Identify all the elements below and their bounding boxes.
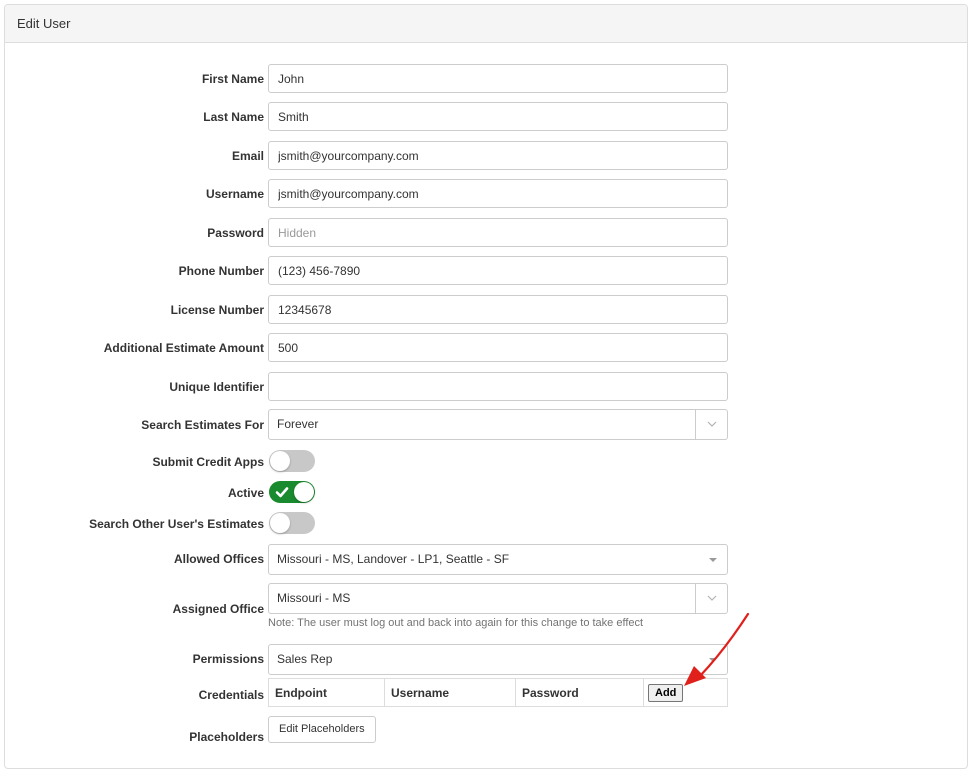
assigned-office-value: Missouri - MS: [277, 591, 351, 605]
assigned-office-label: Assigned Office: [172, 602, 264, 616]
first-name-label: First Name: [201, 72, 264, 86]
credentials-header-row: Endpoint Username Password Add: [268, 678, 728, 707]
last-name-label: Last Name: [203, 110, 264, 124]
email-label: Email: [231, 149, 264, 163]
license-label: License Number: [170, 303, 264, 317]
assigned-office-note: Note: The user must log out and back int…: [268, 617, 644, 629]
caret-down-icon: [709, 558, 717, 562]
checkmark-icon: [275, 485, 289, 504]
toggle-knob: [270, 513, 290, 533]
search-other-toggle[interactable]: [269, 512, 315, 534]
permissions-select[interactable]: Sales Rep: [268, 644, 728, 675]
permissions-label: Permissions: [192, 652, 264, 666]
annotation-arrow-icon: [684, 612, 750, 686]
last-name-input[interactable]: [268, 102, 728, 131]
panel-title: Edit User: [5, 5, 967, 43]
search-other-label: Search Other User's Estimates: [89, 517, 264, 531]
column-header-username: Username: [384, 678, 516, 707]
username-input[interactable]: [268, 179, 728, 208]
edit-placeholders-button[interactable]: Edit Placeholders: [268, 716, 376, 743]
allowed-offices-select[interactable]: Missouri - MS, Landover - LP1, Seattle -…: [268, 544, 728, 575]
toggle-knob: [294, 482, 314, 502]
allowed-offices-value: Missouri - MS, Landover - LP1, Seattle -…: [277, 552, 510, 566]
unique-identifier-label: Unique Identifier: [169, 380, 264, 394]
additional-estimate-input[interactable]: [268, 333, 728, 362]
assigned-office-select[interactable]: Missouri - MS: [268, 583, 728, 614]
password-input[interactable]: [268, 218, 728, 247]
credentials-label: Credentials: [198, 688, 264, 702]
chevron-down-icon: [707, 410, 717, 439]
search-estimates-value: Forever: [277, 417, 319, 431]
allowed-offices-label: Allowed Offices: [173, 552, 264, 566]
select-separator: [695, 410, 696, 439]
phone-label: Phone Number: [178, 264, 264, 278]
unique-identifier-input[interactable]: [268, 372, 728, 401]
column-header-password: Password: [515, 678, 644, 707]
submit-credit-apps-label: Submit Credit Apps: [152, 455, 264, 469]
additional-estimate-label: Additional Estimate Amount: [103, 341, 264, 355]
toggle-knob: [270, 451, 290, 471]
username-label: Username: [205, 187, 264, 201]
active-toggle[interactable]: [269, 481, 315, 503]
placeholders-label: Placeholders: [189, 730, 264, 744]
search-estimates-select[interactable]: Forever: [268, 409, 728, 440]
password-label: Password: [207, 226, 264, 240]
column-header-endpoint: Endpoint: [268, 678, 385, 707]
submit-credit-apps-toggle[interactable]: [269, 450, 315, 472]
active-label: Active: [227, 486, 264, 500]
license-input[interactable]: [268, 295, 728, 324]
credentials-table: Endpoint Username Password Add: [268, 678, 728, 707]
permissions-value: Sales Rep: [277, 652, 333, 666]
search-estimates-label: Search Estimates For: [141, 418, 264, 432]
phone-input[interactable]: [268, 256, 728, 285]
first-name-input[interactable]: [268, 64, 728, 93]
email-input[interactable]: [268, 141, 728, 170]
